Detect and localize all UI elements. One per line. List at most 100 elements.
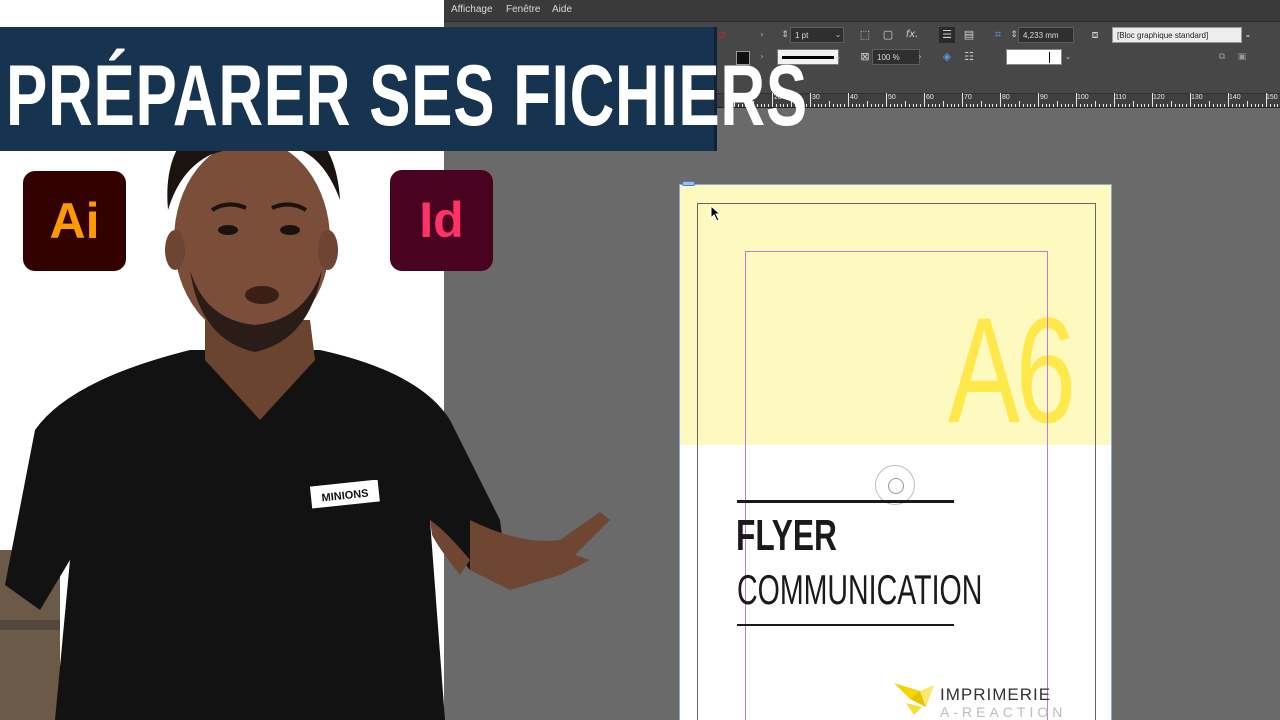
ruler-tick-label: 110 [1115,94,1127,101]
ruler-tick [1163,104,1165,107]
effects-fx-icon[interactable]: fx. [904,27,920,43]
ruler-tick [1205,104,1207,107]
ruler-tick [1019,101,1020,107]
distribute-icon[interactable]: ☷ [961,49,977,65]
ruler-tick-label: 70 [964,94,972,101]
presenter-photo: MINIONS Ai Id PRÉPARER SES FICHIERS [0,0,807,720]
text-caret [1049,52,1050,63]
flyer-subtitle[interactable]: COMMUNICATION [737,566,982,614]
ruler-tick [1053,104,1055,107]
chevron-down-icon[interactable]: ⌄ [832,27,844,43]
opacity-field[interactable]: 100 % [872,49,920,65]
ruler-tick [1015,104,1017,107]
ruler-tick [1235,104,1237,107]
ruler-tick [863,104,865,107]
ruler-tick [825,104,827,107]
ruler-tick [927,104,929,107]
object-style-icon[interactable]: ⧈ [1087,27,1103,43]
ruler-tick [946,104,948,107]
ruler-tick [1155,104,1157,107]
ruler-tick [1171,101,1172,107]
ruler-tick [1209,101,1210,107]
content-grabber-icon[interactable] [875,465,915,505]
ruler-tick [882,104,884,107]
frame-selection-handle[interactable] [682,181,695,186]
ruler-tick [844,104,846,107]
frame-corner-icon[interactable]: ⬚ [857,27,873,43]
indesign-label: Id [419,192,464,248]
illustrator-app-icon: Ai [23,171,126,271]
ruler-tick [1095,101,1096,107]
ruler-tick [1072,104,1074,107]
ruler-tick [1049,104,1051,107]
ruler-tick [821,104,823,107]
ruler-tick-label: 130 [1191,94,1203,101]
ruler-tick [1030,104,1032,107]
ruler-tick [897,104,899,107]
chevron-down-icon[interactable]: ⌄ [832,49,844,65]
ruler-tick [1026,104,1028,107]
color-field[interactable] [1006,49,1062,65]
ruler-tick [1250,104,1252,107]
ruler-tick [905,101,906,107]
ruler-tick-label: 60 [926,94,934,101]
ruler-tick [893,104,895,107]
ruler-tick [950,104,952,107]
ruler-tick [958,104,960,107]
ruler-tick [1041,104,1043,107]
ruler-tick [931,104,933,107]
ruler-tick [878,104,880,107]
ruler-tick [916,104,918,107]
ruler-tick-label: 120 [1153,94,1165,101]
ruler-tick [1258,104,1260,107]
flyer-title[interactable]: FLYER [736,511,837,561]
chevron-down-icon[interactable]: ⌄ [1062,49,1074,65]
ruler-tick [992,104,994,107]
document-page[interactable]: A6 FLYER COMMUNICATION IMPRIMERIE A-REAC… [679,184,1112,720]
ruler-tick [1117,104,1119,107]
ruler-tick [973,104,975,107]
chevron-right-icon[interactable]: › [756,27,768,43]
ruler-tick [1098,104,1100,107]
ruler-tick-label: 90 [1040,94,1048,101]
offset-field[interactable]: 4,233 mm [1018,27,1074,43]
ruler-tick [1231,104,1233,107]
ruler-tick [1102,104,1104,107]
ruler-tick [813,104,815,107]
clear-overrides-icon[interactable]: ⧉ [1214,49,1230,65]
fit-frame-icon[interactable]: ⌗ [990,27,1006,43]
opacity-icon[interactable]: ⊠ [857,49,873,65]
ruler-tick [817,104,819,107]
ruler-tick [969,104,971,107]
object-style-select[interactable]: [Bloc graphique standard] [1112,27,1242,43]
frame-shadow-icon[interactable]: ▢ [880,27,896,43]
indesign-app-icon: Id [390,170,493,271]
ruler-tick [1152,93,1153,107]
ruler-tick-label: 140 [1229,94,1241,101]
chevron-down-icon[interactable]: ⌄ [1242,27,1254,43]
ruler-tick [965,104,967,107]
top-rule [737,500,954,503]
style-options-icon[interactable]: ▣ [1234,49,1250,65]
content-aware-icon[interactable]: ◈ [939,49,955,65]
ruler-tick [912,104,914,107]
ruler-tick-label: 30 [812,94,820,101]
ruler-tick [924,93,925,107]
ruler-tick [954,104,956,107]
ruler-tick [1011,104,1013,107]
ruler-tick [848,93,849,107]
ruler-tick-label: 80 [1002,94,1010,101]
align-left-icon[interactable]: ☰ [939,27,955,43]
ruler-tick [1076,93,1077,107]
ruler-tick-label: 40 [850,94,858,101]
ruler-tick [1193,104,1195,107]
ruler-tick [1243,104,1245,107]
align-center-icon[interactable]: ▤ [961,27,977,43]
ruler-tick [1174,104,1176,107]
ruler-tick [1159,104,1161,107]
ruler-tick [1136,104,1138,107]
chevron-right-icon[interactable]: › [914,49,926,65]
shirt-logo-icon: MINIONS [310,480,380,509]
banner-title: PRÉPARER SES FICHIERS [6,48,808,144]
ruler-tick [981,101,982,107]
